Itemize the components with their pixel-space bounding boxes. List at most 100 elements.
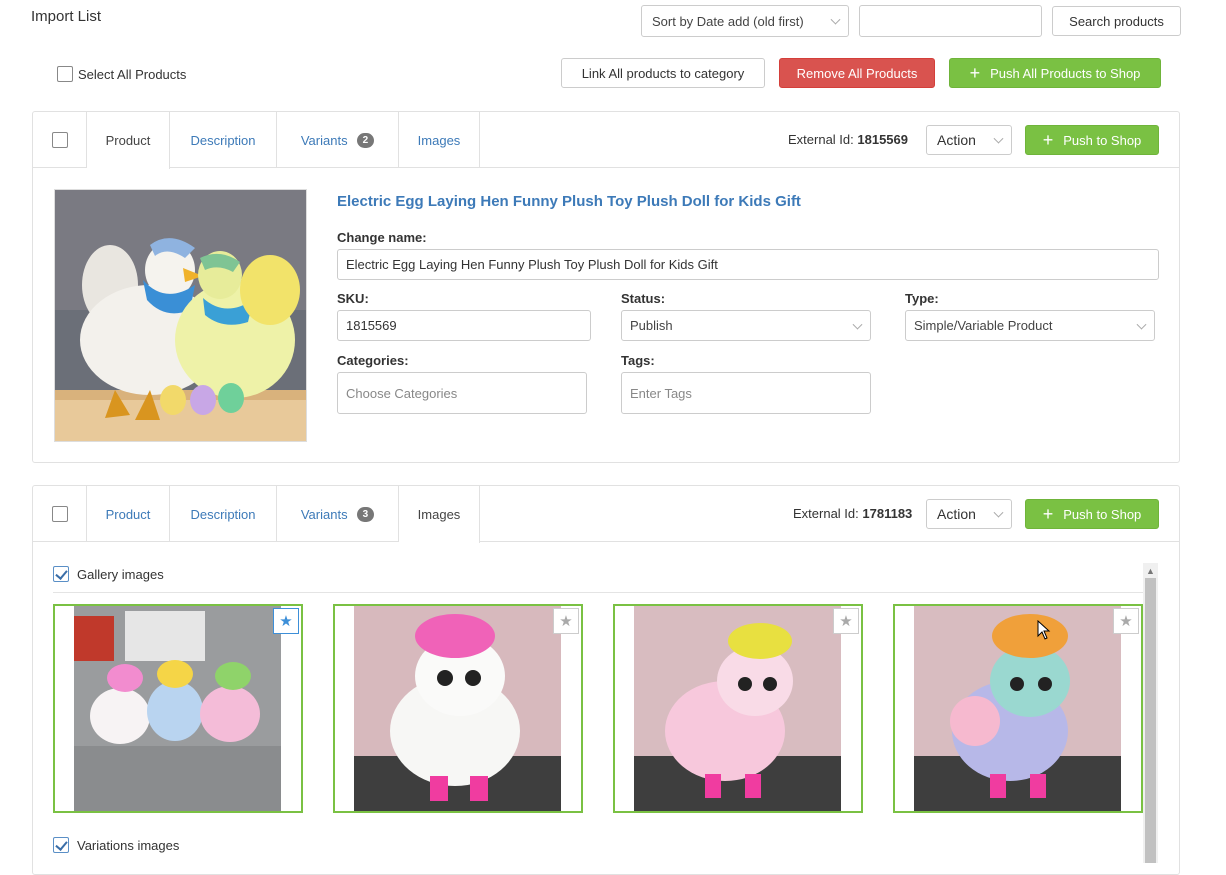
pink-alpaca-photo-icon [615, 606, 861, 811]
tab-variants[interactable]: Variants 2 [277, 112, 399, 168]
action-select-value: Action [937, 132, 976, 148]
product-select-cell[interactable] [33, 486, 87, 542]
push-to-shop-label: Push to Shop [1063, 132, 1142, 148]
tags-placeholder: Enter Tags [630, 385, 692, 401]
set-featured-button[interactable]: ★ [833, 608, 859, 634]
external-id-label: External Id: [788, 132, 854, 147]
gallery-thumbnail[interactable]: ★ [333, 604, 583, 813]
external-id: External Id: 1781183 [793, 506, 912, 521]
type-select-value: Simple/Variable Product [914, 318, 1053, 333]
type-select[interactable]: Simple/Variable Product [905, 310, 1155, 341]
sort-select[interactable]: Sort by Date add (old first) [641, 5, 849, 37]
select-all-checkbox[interactable] [57, 66, 73, 82]
link-all-to-category-button[interactable]: Link All products to category [561, 58, 765, 88]
status-label: Status: [621, 291, 666, 306]
chevron-down-icon [993, 507, 1004, 518]
search-input[interactable] [859, 5, 1042, 37]
remove-all-products-button[interactable]: Remove All Products [779, 58, 935, 88]
gallery-images-label: Gallery images [77, 566, 164, 582]
action-select-value: Action [937, 506, 976, 522]
set-featured-button[interactable]: ★ [1113, 608, 1139, 634]
product-select-cell[interactable] [33, 112, 87, 168]
product-title-link[interactable]: Electric Egg Laying Hen Funny Plush Toy … [337, 193, 801, 210]
variants-count-badge: 3 [356, 506, 375, 522]
tags-input[interactable]: Enter Tags [621, 372, 871, 414]
variants-count-badge: 2 [356, 132, 375, 148]
categories-label: Categories: [337, 353, 409, 368]
categories-placeholder: Choose Categories [346, 385, 458, 401]
change-name-label: Change name: [337, 230, 427, 245]
star-icon: ★ [279, 613, 293, 630]
tab-images[interactable]: Images [399, 112, 480, 168]
tab-description[interactable]: Description [170, 112, 277, 168]
set-featured-button[interactable]: ★ [273, 608, 299, 634]
search-products-button[interactable]: Search products [1052, 6, 1181, 36]
product-select-checkbox[interactable] [51, 506, 68, 522]
product-select-checkbox[interactable] [51, 132, 68, 148]
select-all-label: Select All Products [78, 66, 187, 82]
push-all-label: Push All Products to Shop [990, 65, 1141, 81]
external-id-label: External Id: [793, 506, 859, 521]
chicken-plush-photo-icon [55, 190, 306, 441]
page-title: Import List [31, 8, 102, 25]
action-select[interactable]: Action [926, 125, 1012, 155]
star-icon: ★ [839, 613, 853, 630]
select-all-control[interactable]: Select All Products [57, 66, 186, 82]
variations-images-checkbox[interactable] [53, 837, 69, 853]
chevron-down-icon [1136, 319, 1147, 330]
sku-label: SKU: [337, 291, 369, 306]
change-name-input[interactable]: Electric Egg Laying Hen Funny Plush Toy … [337, 249, 1159, 280]
sku-input[interactable]: 1815569 [337, 310, 591, 341]
product-tabbar: Product Description Variants 3 Images Ex… [33, 486, 1179, 543]
chevron-down-icon [993, 133, 1004, 144]
chevron-down-icon [852, 319, 863, 330]
tags-label: Tags: [621, 353, 655, 368]
tab-product[interactable]: Product [87, 112, 170, 169]
product-card: Product Description Variants 2 Images Ex… [32, 111, 1180, 463]
alpaca-group-photo-icon [55, 606, 301, 811]
tab-variants-label: Variants [300, 506, 348, 522]
mouse-cursor-icon [1037, 620, 1051, 640]
scrollbar-thumb[interactable] [1145, 578, 1156, 863]
gallery-images-toggle[interactable]: Gallery images [53, 566, 164, 582]
status-select-value: Publish [630, 318, 673, 333]
tab-product[interactable]: Product [87, 486, 170, 542]
categories-input[interactable]: Choose Categories [337, 372, 587, 414]
type-label: Type: [905, 291, 939, 306]
white-alpaca-photo-icon [335, 606, 581, 811]
gallery-thumbnail[interactable]: ★ [613, 604, 863, 813]
star-icon: ★ [1119, 613, 1133, 630]
tab-variants-label: Variants [300, 132, 348, 148]
status-select[interactable]: Publish [621, 310, 871, 341]
gallery-thumbnail[interactable]: ★ [53, 604, 303, 813]
images-scrollbar[interactable]: ▲ [1143, 563, 1158, 863]
tab-description[interactable]: Description [170, 486, 277, 542]
plus-icon: + [1042, 130, 1054, 150]
chevron-down-icon [830, 14, 841, 25]
set-featured-button[interactable]: ★ [553, 608, 579, 634]
product-tabbar: Product Description Variants 2 Images Ex… [33, 112, 1179, 169]
push-to-shop-button[interactable]: + Push to Shop [1025, 125, 1159, 155]
variations-images-label: Variations images [77, 837, 180, 853]
gallery-images-checkbox[interactable] [53, 566, 69, 582]
rainbow-alpaca-photo-icon [895, 606, 1141, 811]
push-to-shop-button[interactable]: + Push to Shop [1025, 499, 1159, 529]
divider [53, 592, 1143, 593]
external-id-value: 1781183 [862, 506, 913, 521]
push-to-shop-label: Push to Shop [1063, 506, 1142, 522]
variations-images-toggle[interactable]: Variations images [53, 837, 179, 853]
sort-select-value: Sort by Date add (old first) [652, 13, 804, 29]
product-card: Product Description Variants 3 Images Ex… [32, 485, 1180, 875]
scroll-up-icon[interactable]: ▲ [1143, 563, 1158, 578]
push-all-products-button[interactable]: + Push All Products to Shop [949, 58, 1161, 88]
star-icon: ★ [559, 613, 573, 630]
tab-variants[interactable]: Variants 3 [277, 486, 399, 542]
external-id-value: 1815569 [857, 132, 909, 147]
plus-icon: + [1042, 504, 1054, 524]
plus-icon: + [969, 63, 981, 83]
product-image [54, 189, 307, 442]
external-id: External Id: 1815569 [788, 132, 908, 147]
tab-images[interactable]: Images [399, 486, 480, 543]
gallery-thumbnail[interactable]: ★ [893, 604, 1143, 813]
action-select[interactable]: Action [926, 499, 1012, 529]
